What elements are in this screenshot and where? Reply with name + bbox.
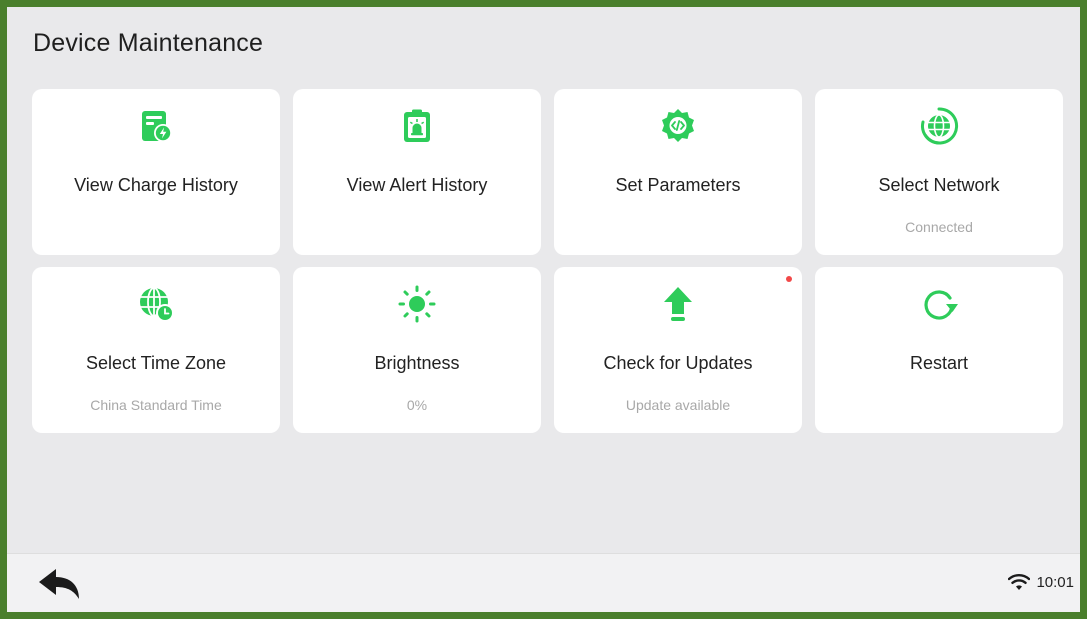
charge-history-icon (136, 106, 176, 146)
wifi-icon (1008, 574, 1031, 590)
sun-icon (397, 284, 437, 324)
view-alert-history-tile[interactable]: View Alert History (293, 89, 541, 255)
page-title: Device Maintenance (33, 29, 264, 57)
set-parameters-tile[interactable]: Set Parameters (554, 89, 802, 255)
back-button[interactable] (37, 567, 83, 601)
restart-icon (919, 284, 959, 324)
network-status: Connected (905, 219, 973, 235)
network-globe-icon (919, 106, 959, 146)
upload-arrow-icon (658, 284, 698, 324)
update-status: Update available (625, 397, 731, 413)
maintenance-tiles-grid: View Charge History View Alert History S… (32, 89, 1063, 433)
check-for-updates-tile[interactable]: Check for Updates Update available (554, 267, 802, 433)
settings-gear-icon (658, 106, 698, 146)
status-area: 10:01 (1008, 573, 1074, 591)
tile-label: Brightness (374, 353, 460, 373)
bottom-status-bar: 10:01 (7, 553, 1080, 612)
brightness-value: 0% (406, 397, 428, 413)
alert-history-icon (397, 106, 437, 146)
tile-label: Restart (909, 353, 969, 373)
tile-label: Select Network (878, 175, 1000, 195)
view-charge-history-tile[interactable]: View Charge History (32, 89, 280, 255)
tile-label: Check for Updates (603, 353, 753, 373)
tile-label: View Alert History (346, 175, 488, 195)
tile-label: Set Parameters (615, 175, 741, 195)
device-maintenance-screen: Device Maintenance View Charge History V… (0, 0, 1087, 619)
back-arrow-icon (39, 569, 79, 599)
time-zone-globe-icon (136, 284, 176, 324)
tile-label: View Charge History (74, 175, 238, 195)
clock-time: 10:01 (1036, 573, 1074, 591)
time-zone-value: China Standard Time (90, 397, 222, 413)
tile-label: Select Time Zone (85, 353, 227, 373)
update-notification-dot (786, 276, 792, 282)
brightness-tile[interactable]: Brightness 0% (293, 267, 541, 433)
select-time-zone-tile[interactable]: Select Time Zone China Standard Time (32, 267, 280, 433)
select-network-tile[interactable]: Select Network Connected (815, 89, 1063, 255)
restart-tile[interactable]: Restart (815, 267, 1063, 433)
